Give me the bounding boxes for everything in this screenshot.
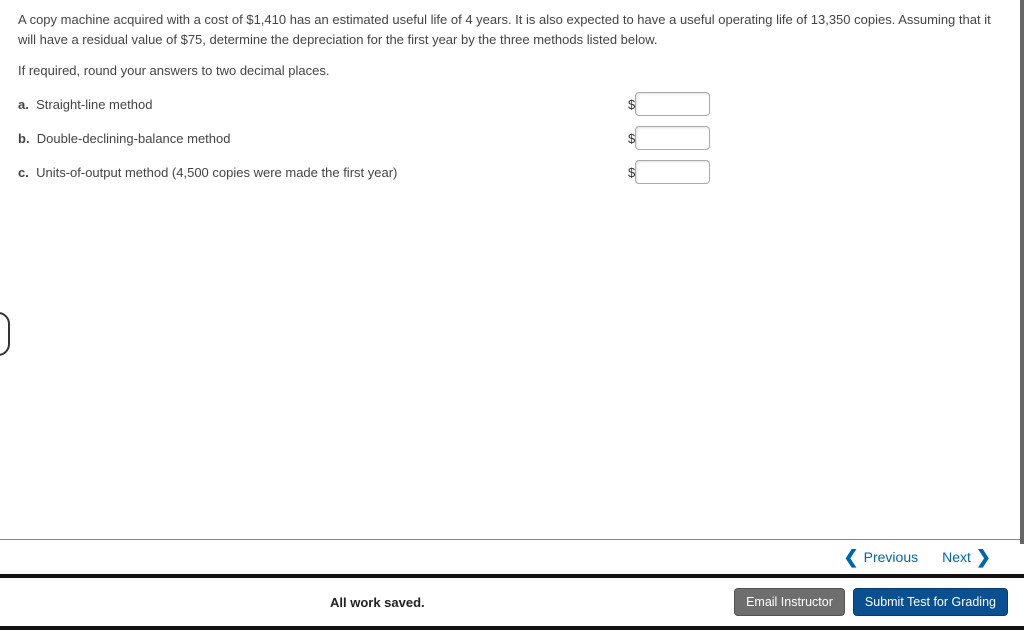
chevron-left-icon: ❮ (844, 548, 859, 566)
question-a-row: a. Straight-line method $ (18, 92, 1006, 116)
letter-c: c. (18, 165, 29, 180)
chevron-right-icon: ❯ (976, 548, 991, 566)
previous-label: Previous (864, 549, 918, 565)
answer-input-a[interactable] (635, 92, 710, 116)
submit-test-button[interactable]: Submit Test for Grading (853, 588, 1008, 616)
text-b: Double-declining-balance method (37, 131, 231, 146)
rounding-instruction: If required, round your answers to two d… (18, 63, 1006, 78)
letter-a: a. (18, 97, 29, 112)
currency-symbol: $ (628, 131, 635, 146)
answer-input-b[interactable] (635, 126, 710, 150)
next-link[interactable]: Next ❯ (942, 548, 996, 566)
answer-input-c[interactable] (635, 160, 710, 184)
question-b-label: b. Double-declining-balance method (18, 131, 628, 146)
problem-statement: A copy machine acquired with a cost of $… (18, 10, 1006, 49)
question-c-label: c. Units-of-output method (4,500 copies … (18, 165, 628, 180)
saved-status: All work saved. (330, 595, 425, 610)
currency-symbol: $ (628, 97, 635, 112)
email-instructor-button[interactable]: Email Instructor (734, 588, 845, 616)
footer-bar: All work saved. Email Instructor Submit … (0, 578, 1024, 630)
letter-b: b. (18, 131, 30, 146)
text-a: Straight-line method (36, 97, 152, 112)
previous-link[interactable]: ❮ Previous (839, 548, 919, 566)
text-c: Units-of-output method (4,500 copies wer… (36, 165, 397, 180)
next-label: Next (942, 549, 971, 565)
side-tab-handle[interactable] (0, 312, 10, 356)
question-content: A copy machine acquired with a cost of $… (0, 0, 1024, 540)
question-b-row: b. Double-declining-balance method $ (18, 126, 1006, 150)
currency-symbol: $ (628, 165, 635, 180)
navigation-row: ❮ Previous Next ❯ (0, 540, 1024, 578)
right-scroll-edge (1020, 0, 1024, 544)
question-a-label: a. Straight-line method (18, 97, 628, 112)
question-c-row: c. Units-of-output method (4,500 copies … (18, 160, 1006, 184)
footer-buttons: Email Instructor Submit Test for Grading (734, 588, 1008, 616)
